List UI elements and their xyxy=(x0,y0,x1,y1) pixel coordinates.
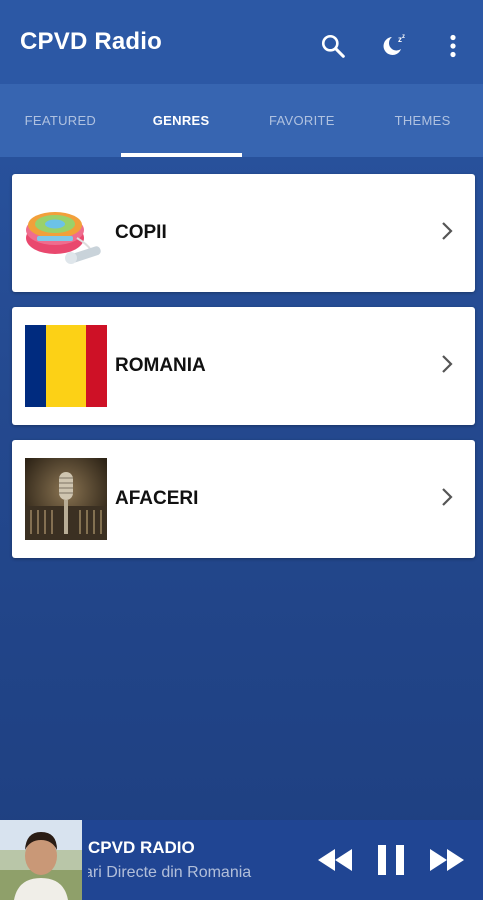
pause-button[interactable] xyxy=(371,842,411,878)
svg-text:z: z xyxy=(402,34,405,40)
genre-item-afaceri[interactable]: AFACERI xyxy=(12,440,475,558)
now-playing-info: CPVD RADIO ari Directe din Romania xyxy=(88,838,298,882)
station-artwork xyxy=(0,820,82,900)
tab-favorite[interactable]: FAVORITE xyxy=(242,84,363,157)
station-subtitle: ari Directe din Romania xyxy=(88,864,252,881)
genre-label-copii: COPII xyxy=(115,222,167,243)
cd-player-toy-image xyxy=(25,192,107,274)
pause-icon xyxy=(378,845,404,875)
genre-label-romania: ROMANIA xyxy=(115,355,206,376)
station-title: CPVD RADIO xyxy=(88,838,195,857)
fast-forward-button[interactable] xyxy=(427,842,467,878)
sleep-timer-icon: z z xyxy=(383,34,405,55)
romania-flag-image xyxy=(25,325,107,407)
tab-favorite-label: FAVORITE xyxy=(269,113,335,128)
genre-label-afaceri: AFACERI xyxy=(115,488,199,509)
app-title: CPVD Radio xyxy=(20,28,163,55)
chevron-right-icon xyxy=(442,355,453,373)
tab-bar: FEATURED GENRES FAVORITE THEMES xyxy=(0,84,483,157)
genre-list: COPII ROMANIA AFACERI xyxy=(12,174,475,573)
genre-item-romania[interactable]: ROMANIA xyxy=(12,307,475,425)
more-vert-icon xyxy=(450,34,456,58)
tab-featured-label: FEATURED xyxy=(24,113,97,128)
genre-item-copii[interactable]: COPII xyxy=(12,174,475,292)
sleep-timer-button[interactable]: z z xyxy=(373,26,413,66)
app-bar-actions: z z xyxy=(313,26,473,66)
more-options-button[interactable] xyxy=(433,26,473,66)
fast-forward-icon xyxy=(430,849,464,871)
tab-featured[interactable]: FEATURED xyxy=(0,84,121,157)
player-controls xyxy=(299,842,467,878)
mini-player[interactable]: CPVD RADIO ari Directe din Romania xyxy=(0,820,483,900)
rewind-icon xyxy=(318,849,352,871)
chevron-right-icon xyxy=(442,222,453,240)
tab-themes-label: THEMES xyxy=(394,113,451,128)
search-button[interactable] xyxy=(313,26,353,66)
app-bar: CPVD Radio z z xyxy=(0,0,483,84)
tab-themes[interactable]: THEMES xyxy=(362,84,483,157)
tab-genres[interactable]: GENRES xyxy=(120,84,242,157)
rewind-button[interactable] xyxy=(315,842,355,878)
microphone-image xyxy=(25,458,107,540)
search-icon xyxy=(321,34,345,58)
chevron-right-icon xyxy=(442,488,453,506)
tab-genres-label: GENRES xyxy=(152,113,210,128)
